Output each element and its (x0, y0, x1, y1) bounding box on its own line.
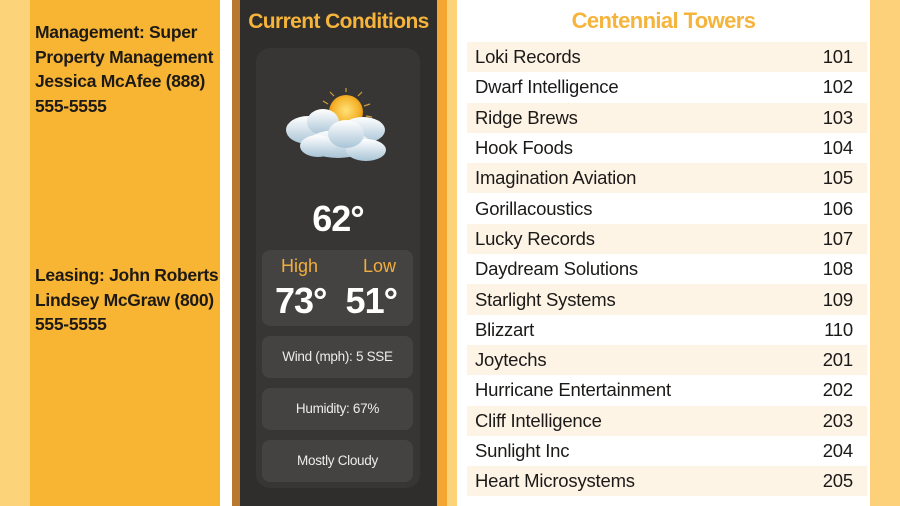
tenant-suite: 104 (822, 137, 853, 159)
tenant-row: Loki Records 101 (467, 42, 867, 73)
tenant-suite: 109 (822, 288, 853, 310)
management-contact: Management: Super Property Management Je… (35, 22, 214, 116)
tenant-name: Gorillacoustics (475, 197, 593, 219)
tenant-row: Lucky Records 107 (467, 223, 867, 255)
tenant-row: Joytechs 201 (467, 344, 867, 376)
tenant-list: Loki Records 101 Dwarf Intelligence 102 Ridg… (467, 42, 867, 497)
tenant-row: Cliff Intelligence 203 (467, 405, 867, 436)
tenant-suite: 201 (822, 349, 853, 371)
tenant-name: Loki Records (475, 46, 581, 68)
tenant-name: Hurricane Entertainment (475, 379, 671, 401)
leasing-contact: Leasing: John Roberts Lindsey McGraw (80… (35, 265, 219, 334)
tenant-suite: 107 (822, 227, 853, 249)
tenant-suite: 101 (822, 46, 853, 68)
tenant-name: Heart Microsystems (475, 470, 635, 492)
tenant-suite: 105 (822, 167, 853, 189)
tenant-name: Imagination Aviation (475, 167, 637, 189)
tenant-name: Lucky Records (475, 227, 595, 249)
right-edge-stripe (870, 0, 900, 506)
tenant-suite: 204 (822, 440, 853, 461)
partly-cloudy-icon (286, 88, 386, 161)
tenant-name: Blizzart (475, 318, 535, 340)
tenant-name: Sunlight Inc (475, 440, 570, 461)
divider (220, 0, 232, 506)
tenant-row: Starlight Systems 109 (467, 284, 867, 315)
low-temperature: 51° (345, 280, 398, 321)
weather-title: Current Conditions (248, 10, 429, 33)
tenant-suite: 106 (822, 197, 853, 219)
tenant-name: Hook Foods (475, 137, 573, 159)
divider-stripe (437, 0, 447, 506)
tenant-suite: 202 (822, 379, 853, 401)
tenant-row: Heart Microsystems 205 (467, 466, 867, 497)
tenant-row: Blizzart 110 (467, 314, 867, 345)
high-low-box: High Low 73° 51° (262, 250, 413, 326)
tenant-suite: 103 (822, 106, 853, 128)
tenant-suite: 203 (822, 409, 853, 431)
tenant-row: Dwarf Intelligence 102 (467, 72, 867, 103)
divider-stripe (447, 0, 457, 506)
tenant-row: Ridge Brews 103 (467, 102, 867, 133)
condition-info: Mostly Cloudy (262, 440, 413, 482)
tenant-name: Dwarf Intelligence (475, 76, 619, 98)
current-temperature: 62° (312, 198, 364, 239)
tenant-name: Starlight Systems (475, 288, 616, 310)
wind-info: Wind (mph): 5 SSE (262, 336, 413, 378)
tenant-row: Sunlight Inc 204 (467, 435, 867, 467)
tenant-suite: 108 (822, 258, 853, 280)
tenant-row: Daydream Solutions 108 (467, 254, 867, 285)
divider-stripe (232, 0, 240, 506)
high-label: High (281, 256, 319, 276)
tenant-suite: 110 (824, 318, 853, 340)
building-title: Centennial Towers (571, 8, 756, 33)
tenant-name: Ridge Brews (475, 106, 578, 128)
tenant-row: Hurricane Entertainment 202 (467, 375, 867, 406)
tenant-row: Gorillacoustics 106 (467, 193, 867, 224)
tenant-suite: 102 (822, 76, 853, 98)
high-temperature: 73° (275, 280, 327, 321)
tenant-name: Cliff Intelligence (475, 409, 602, 431)
tenant-name: Daydream Solutions (475, 258, 638, 280)
tenant-name: Joytechs (475, 349, 547, 371)
tenant-suite: 205 (822, 470, 853, 492)
low-label: Low (362, 256, 396, 276)
tenant-row: Hook Foods 104 (467, 132, 867, 164)
tenant-row: Imagination Aviation 105 (467, 163, 867, 194)
humidity-info: Humidity: 67% (262, 388, 413, 430)
left-edge-stripe (0, 0, 30, 506)
